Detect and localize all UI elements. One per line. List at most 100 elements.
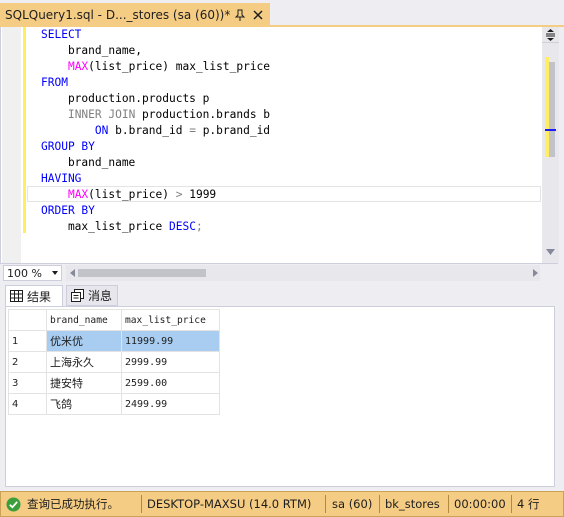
- code-token: DESC: [168, 220, 196, 233]
- status-user: sa (60): [332, 497, 373, 511]
- code-line[interactable]: brand_name,: [41, 43, 270, 59]
- chevron-down-icon: [52, 271, 58, 275]
- table-row: 1 优米优 11999.99: [8, 330, 220, 352]
- code-token: =: [189, 124, 196, 137]
- code-line[interactable]: INNER JOIN production.brands b: [41, 107, 270, 123]
- code-token: brand_name: [41, 156, 136, 169]
- code-token: ON: [94, 124, 109, 137]
- status-bar: 查询已成功执行。 DESKTOP-MAXSU (14.0 RTM) sa (60…: [0, 491, 564, 517]
- column-header-max-list-price[interactable]: max_list_price: [121, 309, 220, 331]
- status-database: bk_stores: [385, 497, 440, 511]
- code-token: MAX: [67, 60, 89, 73]
- cell-brand-name[interactable]: 上海永久: [46, 351, 122, 373]
- code-token: production.products p: [41, 92, 210, 105]
- code-token: ORDER BY: [41, 204, 95, 217]
- status-separator: [141, 495, 142, 513]
- cell-brand-name[interactable]: 捷安特: [46, 372, 122, 394]
- code-token: FROM: [41, 76, 68, 89]
- editor-horizontal-scrollbar[interactable]: [66, 265, 540, 281]
- status-separator: [448, 495, 449, 513]
- editor-vertical-scrollbar[interactable]: [542, 27, 559, 263]
- results-grid: brand_name max_list_price 1 优米优 11999.99…: [8, 309, 220, 415]
- query-document-tab[interactable]: SQLQuery1.sql - D..._stores (sa (60))*: [0, 3, 270, 27]
- code-line[interactable]: MAX(list_price) max_list_price: [41, 59, 270, 75]
- status-elapsed-time: 00:00:00: [454, 497, 506, 511]
- cell-brand-name[interactable]: 优米优: [46, 330, 122, 352]
- success-check-icon: [6, 497, 21, 511]
- status-message-text: 查询已成功执行。: [27, 497, 119, 511]
- scroll-down-icon[interactable]: [546, 249, 555, 255]
- close-icon[interactable]: [251, 8, 265, 22]
- code-line[interactable]: ORDER BY: [41, 203, 270, 219]
- code-token: HAVING: [41, 172, 82, 185]
- cell-max-list-price[interactable]: 11999.99: [121, 330, 220, 352]
- scroll-caret-marker: [545, 129, 556, 131]
- code-token: p.brand_id: [195, 124, 271, 137]
- cell-max-list-price[interactable]: 2599.00: [121, 372, 220, 394]
- sql-code[interactable]: SELECT brand_name, MAX(list_price) max_l…: [41, 27, 270, 235]
- row-number[interactable]: 4: [8, 393, 47, 415]
- table-row: 2 上海永久 2999.99: [8, 351, 220, 373]
- tab-results[interactable]: 结果: [5, 285, 63, 306]
- code-token: b.brand_id: [108, 124, 190, 137]
- status-message: 查询已成功执行。: [6, 492, 119, 516]
- code-token: GROUP BY: [41, 140, 95, 153]
- cell-brand-name[interactable]: 飞鸽: [46, 393, 122, 415]
- row-number-header[interactable]: [8, 309, 47, 331]
- status-row-count: 4 行: [517, 497, 540, 511]
- tab-messages-label: 消息: [88, 289, 113, 303]
- code-line[interactable]: FROM: [41, 75, 270, 91]
- grid-icon: [10, 290, 23, 302]
- code-token: brand_name,: [41, 44, 143, 57]
- table-row: 4 飞鸽 2499.99: [8, 393, 220, 415]
- code-line[interactable]: GROUP BY: [41, 139, 270, 155]
- table-row: 3 捷安特 2599.00: [8, 372, 220, 394]
- editor-zoom-strip: 100 %: [0, 263, 558, 281]
- scroll-change-marker: [545, 57, 549, 157]
- query-tab-title: SQLQuery1.sql - D..._stores (sa (60))*: [5, 8, 231, 22]
- column-header-brand-name[interactable]: brand_name: [46, 309, 122, 331]
- row-number[interactable]: 3: [8, 372, 47, 394]
- status-separator: [325, 495, 326, 513]
- change-tracking-bar: [21, 27, 26, 233]
- code-token: 1999: [182, 188, 217, 201]
- code-line[interactable]: SELECT: [41, 27, 270, 43]
- document-tab-strip: SQLQuery1.sql - D..._stores (sa (60))*: [0, 0, 564, 27]
- split-editor-button[interactable]: [542, 27, 559, 43]
- grid-header-row: brand_name max_list_price: [8, 309, 220, 331]
- code-line[interactable]: MAX(list_price) > 1999: [41, 187, 270, 203]
- code-line[interactable]: max_list_price DESC;: [41, 219, 270, 235]
- code-token: MAX: [67, 188, 89, 201]
- zoom-value: 100 %: [7, 266, 42, 280]
- row-number[interactable]: 2: [8, 351, 47, 373]
- results-grid-pane[interactable]: brand_name max_list_price 1 优米优 11999.99…: [5, 306, 555, 487]
- results-tab-strip: 结果 消息: [0, 284, 558, 306]
- cell-max-list-price[interactable]: 2999.99: [121, 351, 220, 373]
- code-token: production.brands b: [135, 108, 271, 121]
- scroll-left-icon[interactable]: [70, 269, 75, 277]
- status-separator: [379, 495, 380, 513]
- horizontal-scroll-thumb[interactable]: [78, 269, 206, 277]
- tab-messages[interactable]: 消息: [66, 285, 118, 306]
- scroll-right-icon[interactable]: [533, 269, 538, 277]
- code-token: max_list_price: [41, 220, 169, 233]
- code-line[interactable]: HAVING: [41, 171, 270, 187]
- code-line[interactable]: production.products p: [41, 91, 270, 107]
- code-token: (list_price): [88, 188, 176, 201]
- pin-icon[interactable]: [233, 8, 247, 22]
- cell-max-list-price[interactable]: 2499.99: [121, 393, 220, 415]
- code-token: (list_price) max_list_price: [88, 60, 271, 73]
- code-token: SELECT: [41, 28, 82, 41]
- code-line[interactable]: ON b.brand_id = p.brand_id: [41, 123, 270, 139]
- row-number[interactable]: 1: [8, 330, 47, 352]
- editor-gutter: [2, 27, 21, 263]
- query-editor[interactable]: SELECT brand_name, MAX(list_price) max_l…: [0, 27, 559, 263]
- zoom-select[interactable]: 100 %: [3, 265, 62, 281]
- code-line[interactable]: brand_name: [41, 155, 270, 171]
- code-token: ;: [195, 220, 203, 233]
- code-token: INNER JOIN: [67, 108, 136, 121]
